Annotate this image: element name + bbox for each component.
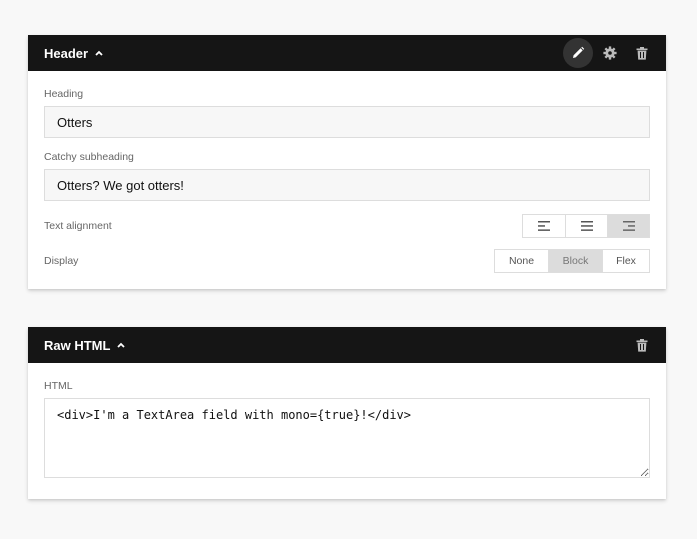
trash-icon xyxy=(636,46,648,60)
raw-html-panel: Raw HTML HTML <div>I'm a TextArea field … xyxy=(28,327,666,499)
display-block-button[interactable]: Block xyxy=(548,250,602,272)
display-label: Display xyxy=(44,255,79,267)
html-label: HTML xyxy=(44,380,73,392)
display-control: None Block Flex xyxy=(494,249,650,273)
delete-button[interactable] xyxy=(627,330,657,360)
display-none-button[interactable]: None xyxy=(495,250,548,272)
gear-icon xyxy=(603,46,617,60)
display-flex-button[interactable]: Flex xyxy=(602,250,649,272)
settings-button[interactable] xyxy=(595,38,625,68)
trash-icon xyxy=(636,338,648,352)
align-left-button[interactable] xyxy=(523,215,565,237)
pencil-icon xyxy=(573,46,585,58)
heading-input[interactable] xyxy=(44,106,650,138)
subheading-label: Catchy subheading xyxy=(44,151,134,163)
chevron-up-icon[interactable] xyxy=(117,341,126,349)
align-right-button[interactable] xyxy=(607,215,649,237)
header-panel-bar: Header xyxy=(28,35,666,71)
panel-title: Raw HTML xyxy=(44,337,111,353)
edit-button[interactable] xyxy=(563,38,593,68)
panel-title: Header xyxy=(44,45,89,61)
subheading-input[interactable] xyxy=(44,169,650,201)
text-alignment-control xyxy=(522,214,650,238)
raw-html-panel-bar: Raw HTML xyxy=(28,327,666,363)
heading-label: Heading xyxy=(44,88,84,100)
delete-button[interactable] xyxy=(627,38,657,68)
header-panel: Header Heading Otters Catchy subheading … xyxy=(28,35,666,289)
align-center-button[interactable] xyxy=(565,215,607,237)
align-right-icon xyxy=(622,221,635,231)
chevron-up-icon[interactable] xyxy=(95,49,103,57)
html-textarea[interactable]: <div>I'm a TextArea field with mono={tru… xyxy=(44,398,650,478)
text-alignment-label: Text alignment xyxy=(44,220,112,232)
align-center-icon xyxy=(580,221,593,231)
align-left-icon xyxy=(538,221,550,231)
